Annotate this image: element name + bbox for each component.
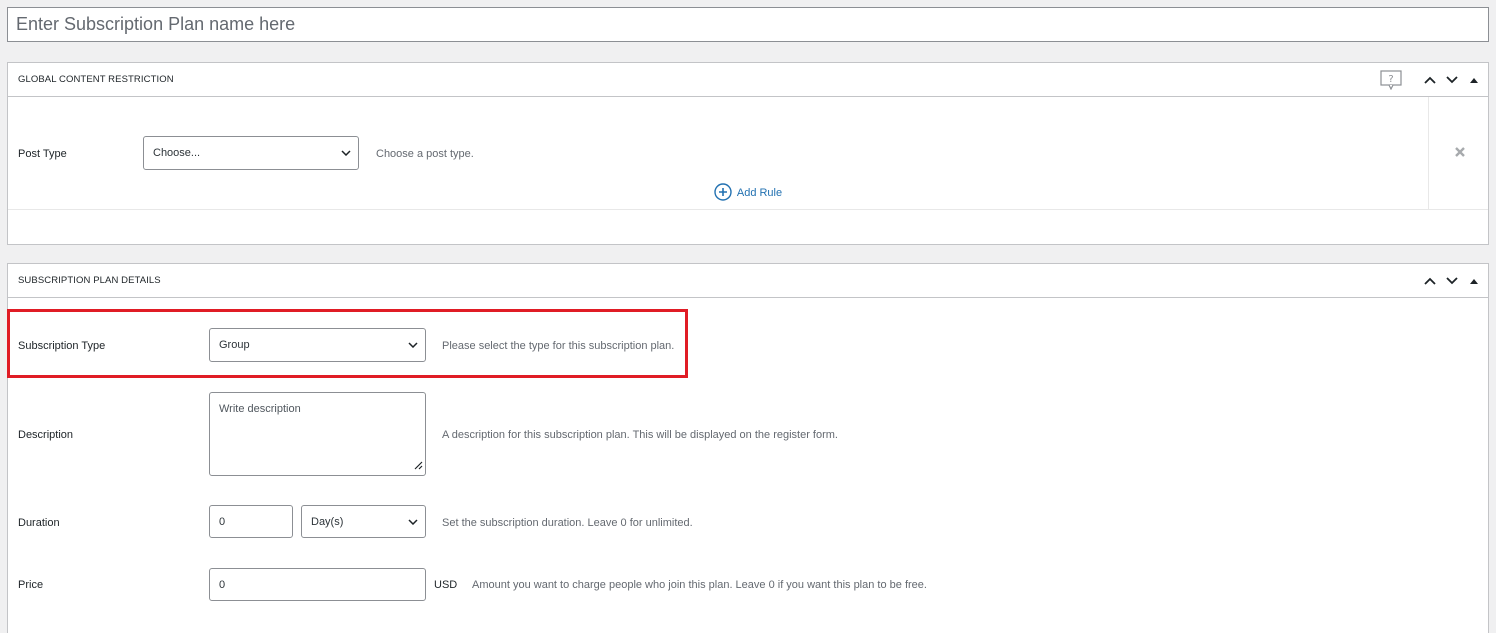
svg-text:?: ? xyxy=(1388,74,1393,85)
post-type-select[interactable]: Choose... xyxy=(143,136,359,170)
price-value: 0 xyxy=(219,578,226,591)
description-help: A description for this subscription plan… xyxy=(442,429,838,441)
box-title: GLOBAL CONTENT RESTRICTION xyxy=(18,74,174,85)
duration-label: Duration xyxy=(18,517,60,529)
postbox-header: SUBSCRIPTION PLAN DETAILS xyxy=(8,264,1488,298)
duration-value: 0 xyxy=(219,515,226,528)
triangle-up-icon[interactable] xyxy=(1466,71,1482,89)
subscription-plan-details-box: SUBSCRIPTION PLAN DETAILS Subscription T… xyxy=(7,263,1489,633)
description-label: Description xyxy=(18,429,74,441)
chevron-up-icon[interactable] xyxy=(1422,272,1438,290)
add-rule-button[interactable]: Add Rule xyxy=(8,176,1488,210)
price-input[interactable]: 0 xyxy=(209,568,426,601)
subscription-type-select[interactable]: Group xyxy=(209,328,426,362)
chevron-down-icon xyxy=(408,516,418,528)
triangle-up-icon[interactable] xyxy=(1466,272,1482,290)
duration-unit-value: Day(s) xyxy=(311,515,344,528)
duration-input[interactable]: 0 xyxy=(209,505,293,538)
post-type-value: Choose... xyxy=(153,147,201,159)
post-type-description: Choose a post type. xyxy=(376,148,474,160)
close-icon[interactable] xyxy=(1454,145,1466,163)
duration-description: Set the subscription duration. Leave 0 f… xyxy=(442,517,693,529)
chevron-down-icon xyxy=(341,147,351,159)
description-textarea[interactable]: Write description xyxy=(209,392,426,476)
price-description: Amount you want to charge people who joi… xyxy=(472,579,927,591)
help-icon[interactable]: ? xyxy=(1380,70,1402,91)
chevron-down-icon[interactable] xyxy=(1444,272,1460,290)
postbox-header: GLOBAL CONTENT RESTRICTION ? xyxy=(8,63,1488,97)
subscription-type-value: Group xyxy=(219,339,250,351)
chevron-up-icon[interactable] xyxy=(1422,71,1438,89)
post-type-label: Post Type xyxy=(18,148,67,160)
global-content-restriction-box: GLOBAL CONTENT RESTRICTION ? Post Type C… xyxy=(7,62,1489,245)
price-label: Price xyxy=(18,579,44,591)
description-placeholder: Write description xyxy=(219,403,301,415)
subscription-type-description: Please select the type for this subscrip… xyxy=(442,340,675,352)
resize-handle-icon[interactable] xyxy=(414,461,423,473)
plus-circle-icon xyxy=(714,182,732,204)
plan-name-input[interactable] xyxy=(7,7,1489,42)
subscription-type-label: Subscription Type xyxy=(18,340,106,352)
add-rule-label: Add Rule xyxy=(736,187,783,199)
chevron-down-icon xyxy=(408,339,418,351)
duration-unit-select[interactable]: Day(s) xyxy=(301,505,426,538)
currency-label: USD xyxy=(434,579,458,591)
chevron-down-icon[interactable] xyxy=(1444,71,1460,89)
box-title: SUBSCRIPTION PLAN DETAILS xyxy=(18,275,161,286)
